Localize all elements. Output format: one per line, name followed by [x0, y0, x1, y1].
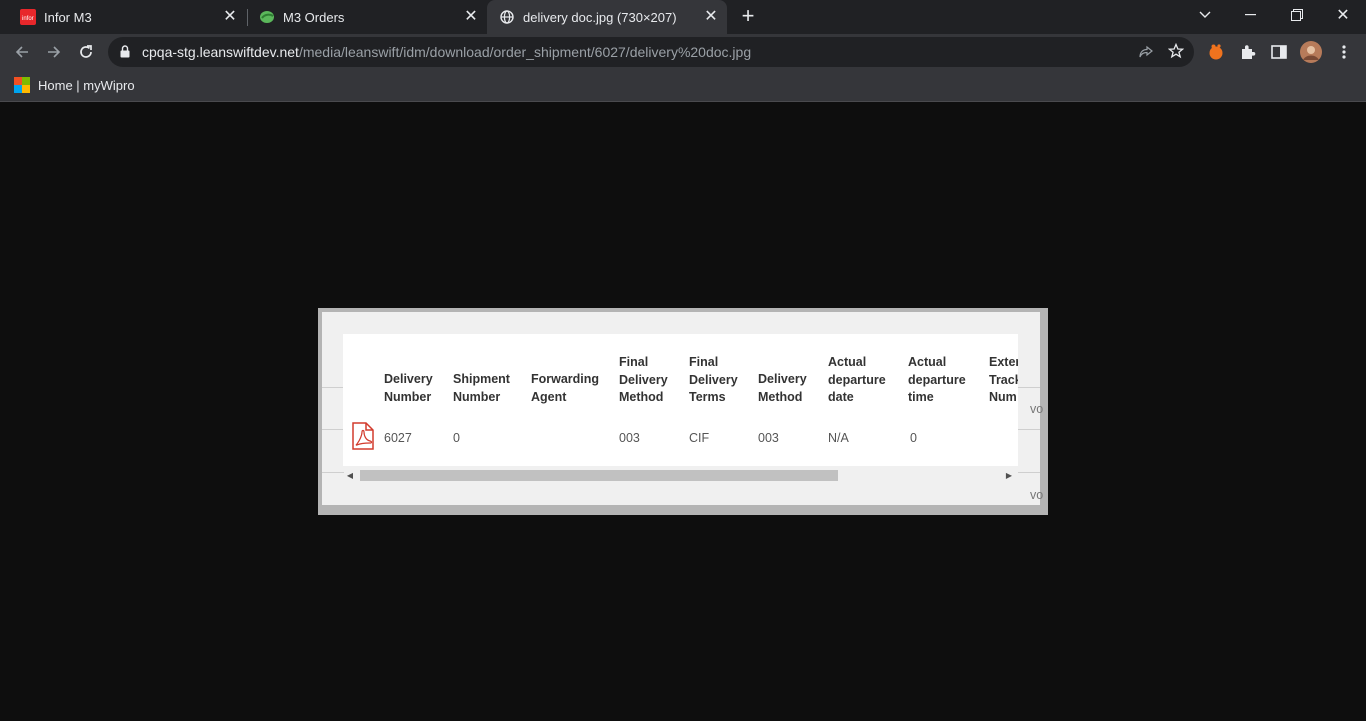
ghost-divider — [322, 429, 344, 430]
tab-strip: infor Infor M3 ✕ M3 Orders ✕ delivery do… — [0, 0, 1366, 34]
ghost-divider — [1018, 472, 1040, 473]
header-line: Shipment — [453, 372, 510, 386]
header-line: Method — [619, 390, 664, 404]
header-line: Agent — [531, 389, 567, 404]
bookmarks-bar: Home | myWipro — [0, 70, 1366, 102]
header-line: Terms — [689, 390, 726, 404]
col-header-external-tracking-number: Exter Track Num — [989, 354, 1018, 407]
header-line: Actual — [908, 355, 947, 369]
close-tab-icon[interactable]: ✕ — [703, 9, 719, 25]
bookmark-label: Home | myWipro — [38, 77, 135, 93]
bookmark-home-mywipro[interactable]: Home | myWipro — [14, 77, 135, 93]
close-window-button[interactable]: ✕ — [1320, 0, 1366, 30]
cell-actual-departure-time: 0 — [910, 431, 917, 445]
delivery-doc-image[interactable]: vo vo Delivery Number Shipment Number Fo… — [318, 308, 1048, 515]
header-line: Exter — [989, 355, 1018, 369]
side-panel-icon[interactable] — [1269, 42, 1289, 62]
tab-m3-orders[interactable]: M3 Orders ✕ — [239, 0, 487, 34]
header-line: date — [828, 390, 854, 404]
header-line: Method — [758, 389, 803, 404]
lock-icon[interactable] — [120, 45, 130, 63]
header-line: departure — [828, 372, 886, 387]
profile-avatar[interactable] — [1300, 41, 1322, 63]
header-line: time — [908, 390, 934, 404]
header-line: Forwarding — [531, 372, 600, 386]
share-icon[interactable] — [1138, 44, 1154, 65]
globe-icon — [499, 9, 515, 25]
header-line: Delivery — [689, 372, 738, 387]
new-tab-button[interactable]: + — [738, 5, 758, 27]
cell-shipment-number: 0 — [453, 431, 460, 445]
bookmark-star-icon[interactable] — [1167, 42, 1185, 64]
col-header-delivery-method: Delivery Method — [758, 371, 807, 406]
cell-actual-departure-date: N/A — [828, 431, 849, 445]
ghost-text: vo — [1030, 488, 1044, 502]
header-line: departure — [908, 372, 966, 387]
tab-label: Infor M3 — [44, 9, 92, 25]
scroll-right-arrow-icon[interactable]: ▶ — [1004, 470, 1014, 481]
col-header-final-delivery-terms: Final Delivery Terms — [689, 354, 738, 407]
back-arrow-icon[interactable] — [10, 40, 34, 64]
header-line: Delivery — [384, 372, 433, 386]
header-line: Delivery — [619, 372, 668, 387]
restore-button[interactable] — [1274, 0, 1320, 30]
extensions-puzzle-icon[interactable] — [1238, 42, 1258, 62]
chrome-menu-icon[interactable] — [1334, 42, 1354, 62]
tab-delivery-doc[interactable]: delivery doc.jpg (730×207) ✕ — [487, 0, 727, 34]
svg-text:infor: infor — [22, 16, 34, 22]
cell-final-delivery-method: 003 — [619, 431, 640, 445]
cell-delivery-number: 6027 — [384, 431, 412, 445]
url-path: /media/leanswift/idm/download/order_ship… — [298, 44, 752, 60]
ghost-divider — [322, 387, 344, 388]
header-line: Delivery — [758, 372, 807, 386]
ghost-divider — [1018, 387, 1040, 388]
col-header-forwarding-agent: Forwarding Agent — [531, 371, 599, 406]
cell-delivery-method: 003 — [758, 431, 779, 445]
col-header-actual-departure-time: Actual departure time — [908, 354, 966, 407]
url-text[interactable]: cpqa-stg.leanswiftdev.net/media/leanswif… — [142, 44, 751, 60]
header-line: Track — [989, 372, 1018, 387]
ghost-divider — [322, 472, 344, 473]
header-line: Number — [453, 389, 501, 404]
forward-arrow-icon[interactable] — [42, 40, 66, 64]
ghost-text: vo — [1030, 402, 1044, 416]
tab-search-chevron-down-icon[interactable] — [1182, 0, 1228, 30]
header-line: Final — [689, 355, 719, 369]
cell-final-delivery-terms: CIF — [689, 431, 710, 445]
browser-toolbar: cpqa-stg.leanswiftdev.net/media/leanswif… — [0, 34, 1366, 70]
header-line: Final — [619, 355, 649, 369]
minimize-button[interactable] — [1228, 0, 1274, 30]
shipment-table: Delivery Number Shipment Number Forwardi… — [343, 334, 1018, 466]
header-line: Num — [989, 390, 1017, 404]
close-tab-icon[interactable]: ✕ — [463, 9, 479, 25]
scroll-left-arrow-icon[interactable]: ◀ — [345, 470, 355, 481]
header-line: Number — [384, 389, 432, 404]
table-horizontal-scrollbar[interactable]: ◀ ▶ — [343, 466, 1018, 482]
reload-icon[interactable] — [74, 40, 98, 64]
address-bar[interactable]: cpqa-stg.leanswiftdev.net/media/leanswif… — [108, 37, 1194, 67]
scroll-thumb[interactable] — [360, 470, 838, 481]
col-header-final-delivery-method: Final Delivery Method — [619, 354, 668, 407]
tab-label: delivery doc.jpg (730×207) — [523, 9, 677, 25]
col-header-shipment-number: Shipment Number — [453, 371, 510, 406]
url-host: cpqa-stg.leanswiftdev.net — [142, 44, 299, 60]
infor-icon: infor — [20, 9, 36, 25]
extension-orange-icon[interactable] — [1206, 42, 1226, 62]
ghost-divider — [1018, 429, 1040, 430]
tab-label: M3 Orders — [283, 9, 345, 25]
pdf-file-icon — [351, 422, 375, 455]
tab-infor-m3[interactable]: infor Infor M3 ✕ — [0, 0, 246, 34]
microsoft-logo-icon — [14, 77, 30, 93]
image-viewer: vo vo Delivery Number Shipment Number Fo… — [0, 103, 1366, 721]
col-header-delivery-number: Delivery Number — [384, 371, 433, 406]
header-line: Actual — [828, 355, 867, 369]
image-content: vo vo Delivery Number Shipment Number Fo… — [322, 312, 1044, 505]
col-header-actual-departure-date: Actual departure date — [828, 354, 886, 407]
m3-orders-icon — [259, 9, 275, 25]
close-tab-icon[interactable]: ✕ — [222, 9, 238, 25]
